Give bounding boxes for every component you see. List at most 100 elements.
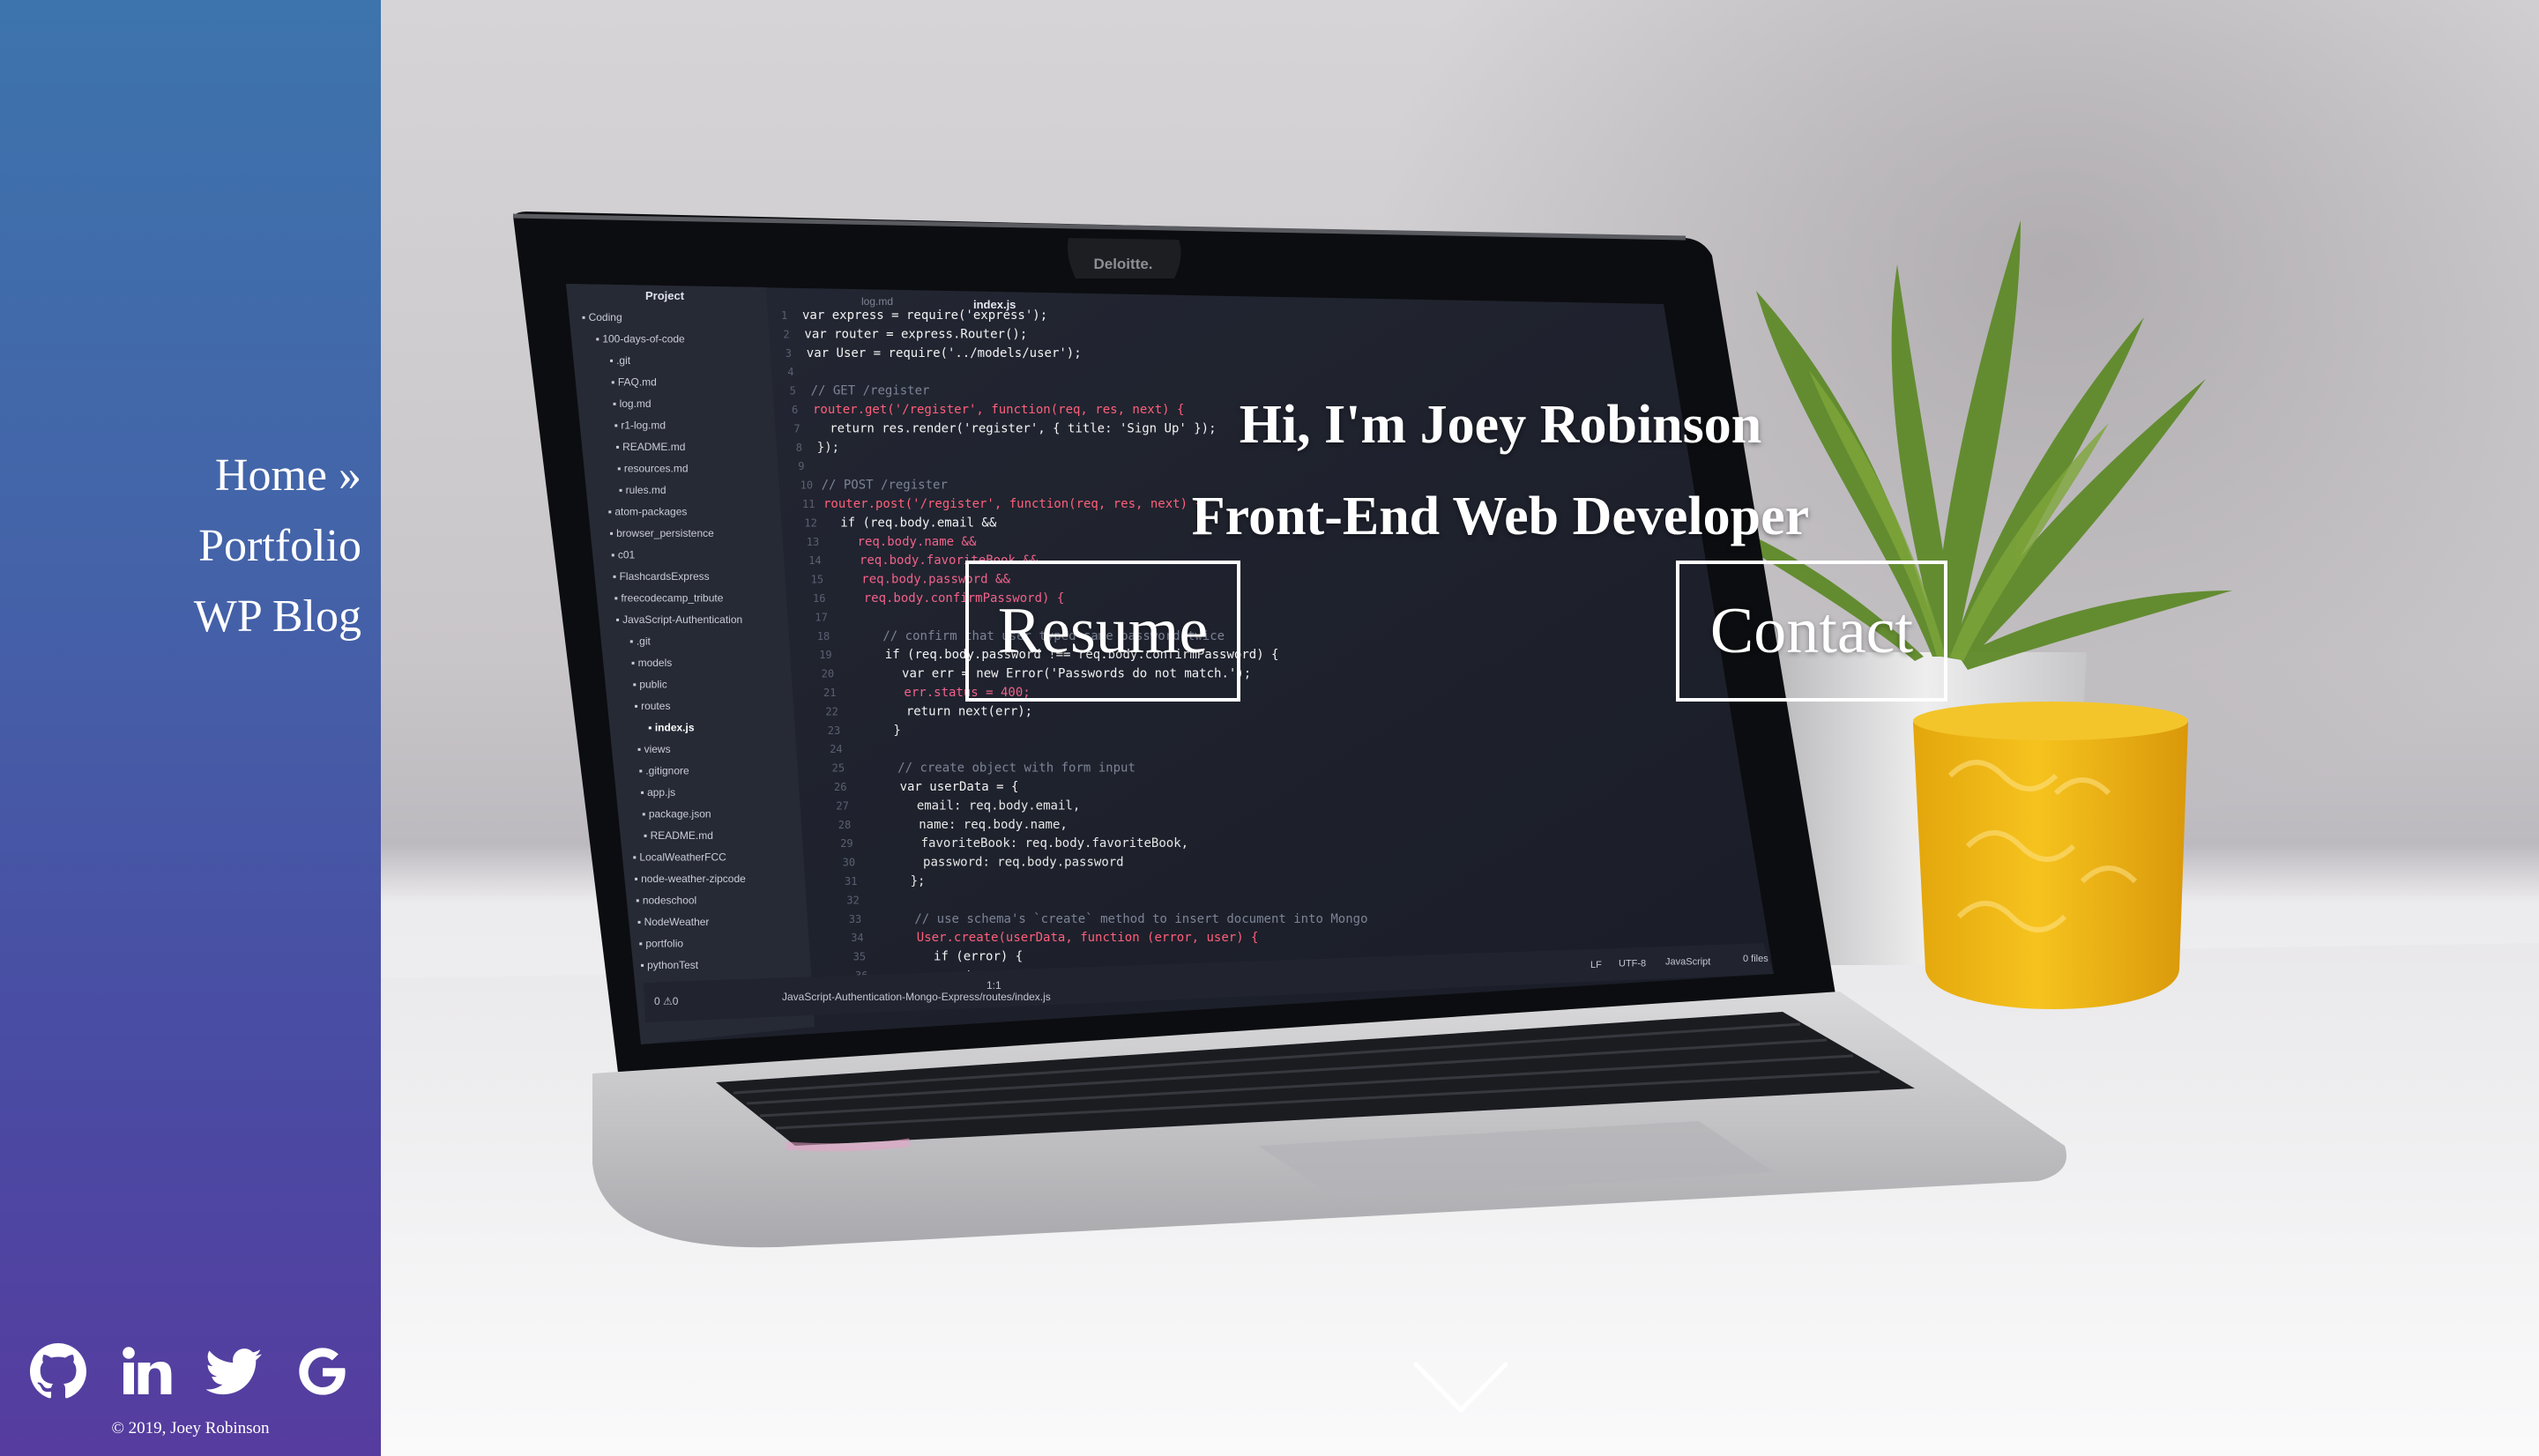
code-line-number: 31 bbox=[845, 875, 857, 888]
code-line: // GET /register bbox=[811, 384, 930, 398]
code-line: // use schema's `create` method to inser… bbox=[870, 912, 1368, 926]
tree-item: ▪ .git bbox=[610, 354, 631, 367]
tree-item: ▪ FAQ.md bbox=[611, 376, 657, 389]
hero-background-photo: Deloitte. Project ▪ Coding ▪ 100-days-of-… bbox=[381, 212, 2539, 1456]
code-line: if (req.body.email && bbox=[825, 516, 996, 530]
code-line-number: 13 bbox=[807, 536, 819, 548]
tree-item: ▪ routes bbox=[635, 700, 671, 712]
code-line-number: 18 bbox=[817, 630, 830, 643]
tree-item: ▪ r1-log.md bbox=[614, 420, 666, 432]
code-line-number: 33 bbox=[849, 913, 861, 925]
code-line: if (error) { bbox=[875, 950, 1024, 964]
tree-item: ▪ portfolio bbox=[639, 938, 684, 950]
code-line-number: 25 bbox=[832, 762, 845, 775]
code-line: }); bbox=[817, 441, 839, 455]
tree-item: ▪ LocalWeatherFCC bbox=[633, 851, 726, 864]
code-line-number: 24 bbox=[830, 743, 842, 755]
nav-item-wp-blog[interactable]: WP Blog bbox=[194, 582, 361, 652]
code-line-number: 17 bbox=[815, 611, 827, 623]
code-line-number: 4 bbox=[787, 366, 793, 378]
tree-item: ▪ JavaScript-Authentication bbox=[616, 613, 743, 626]
contact-button[interactable]: Contact bbox=[1676, 561, 1947, 702]
code-line-number: 29 bbox=[840, 837, 853, 850]
nav-item-portfolio[interactable]: Portfolio bbox=[194, 511, 361, 582]
chevron-down-icon[interactable] bbox=[1412, 1357, 1509, 1419]
code-line-number: 20 bbox=[822, 668, 834, 680]
tree-item: ▪ .git bbox=[629, 635, 651, 648]
tree-item: ▪ models bbox=[631, 657, 672, 669]
status-counts: 0 ⚠0 bbox=[654, 995, 679, 1007]
github-icon-graphic bbox=[30, 1343, 86, 1399]
status-right-item: JavaScript bbox=[1665, 957, 1710, 968]
tree-item: ▪ README.md bbox=[616, 441, 686, 453]
code-line: name: req.body.name, bbox=[860, 818, 1068, 832]
github-icon[interactable] bbox=[30, 1343, 86, 1400]
linkedin-icon[interactable] bbox=[118, 1343, 175, 1400]
tree-item: ▪ resources.md bbox=[617, 463, 688, 475]
status-path: JavaScript-Authentication-Mongo-Express/… bbox=[782, 991, 1051, 1003]
code-line-number: 28 bbox=[838, 819, 851, 831]
code-line-number: 9 bbox=[798, 460, 804, 472]
code-line: var User = require('../models/user'); bbox=[807, 346, 1082, 360]
code-line: var router = express.Router(); bbox=[804, 327, 1027, 341]
tree-item: ▪ 100-days-of-code bbox=[596, 333, 685, 345]
status-right-item: LF bbox=[1590, 960, 1602, 970]
code-line: favoriteBook: req.body.favoriteBook, bbox=[861, 836, 1188, 851]
code-line: return next(err); bbox=[846, 704, 1032, 718]
code-line: } bbox=[849, 724, 901, 738]
hero-section: Deloitte. Project ▪ Coding ▪ 100-days-of-… bbox=[381, 0, 2539, 1456]
tree-item: ▪ index.js bbox=[648, 722, 695, 734]
code-line-number: 32 bbox=[846, 894, 859, 906]
code-line-number: 6 bbox=[792, 404, 798, 416]
status-right-item: 0 files bbox=[1743, 954, 1768, 964]
code-line: var userData = { bbox=[855, 780, 1018, 794]
google-icon-graphic bbox=[299, 1348, 346, 1395]
tree-item: ▪ NodeWeather bbox=[637, 916, 709, 928]
code-line-number: 10 bbox=[800, 479, 813, 492]
code-line: email: req.body.email, bbox=[857, 799, 1080, 813]
tree-item: ▪ pythonTest bbox=[641, 959, 699, 971]
code-line: var express = require('express'); bbox=[802, 308, 1047, 323]
tree-item: ▪ node-weather-zipcode bbox=[635, 873, 747, 885]
nav-item-home[interactable]: Home » bbox=[194, 441, 361, 511]
camera-label: Deloitte. bbox=[1093, 256, 1152, 272]
tree-item: ▪ README.md bbox=[644, 829, 713, 842]
code-line-number: 1 bbox=[781, 309, 787, 322]
tree-item: ▪ FlashcardsExpress bbox=[613, 570, 710, 583]
hero-greeting: Hi, I'm Joey Robinson bbox=[1239, 394, 1762, 455]
tree-item: ▪ Coding bbox=[582, 311, 622, 323]
code-line-number: 2 bbox=[783, 328, 789, 340]
copyright-text: © 2019, Joey Robinson bbox=[111, 1419, 270, 1437]
code-line-number: 15 bbox=[811, 574, 823, 586]
code-line-number: 14 bbox=[808, 554, 821, 567]
tree-item: ▪ .gitignore bbox=[639, 765, 689, 777]
page: Home » Portfolio WP Blog © 2019, Joey Ro… bbox=[0, 0, 2539, 1456]
code-line: }; bbox=[866, 874, 925, 888]
code-line-number: 30 bbox=[843, 857, 855, 869]
code-line: User.create(userData, function (error, u… bbox=[872, 931, 1258, 945]
sidebar: Home » Portfolio WP Blog © 2019, Joey Ro… bbox=[0, 0, 381, 1456]
code-line-number: 35 bbox=[853, 951, 866, 963]
tree-item: ▪ public bbox=[633, 679, 667, 691]
sidebar-nav: Home » Portfolio WP Blog bbox=[194, 441, 361, 652]
code-line-number: 8 bbox=[796, 442, 802, 454]
status-right-item: UTF-8 bbox=[1619, 959, 1646, 969]
tree-item: ▪ nodeschool bbox=[636, 895, 696, 907]
code-line-number: 34 bbox=[851, 932, 863, 944]
code-line-number: 21 bbox=[823, 687, 836, 699]
code-line: // create object with form input bbox=[853, 761, 1135, 776]
tree-item: ▪ rules.md bbox=[619, 484, 666, 496]
hero-role: Front-End Web Developer bbox=[1191, 487, 1810, 547]
social-links bbox=[30, 1343, 351, 1400]
google-icon[interactable] bbox=[294, 1343, 351, 1400]
twitter-icon-graphic bbox=[206, 1348, 262, 1395]
tree-item: ▪ browser_persistence bbox=[610, 527, 715, 539]
tree-item: ▪ package.json bbox=[642, 808, 711, 821]
twitter-icon[interactable] bbox=[206, 1343, 263, 1400]
tree-item: ▪ log.md bbox=[613, 397, 652, 410]
code-line-number: 12 bbox=[804, 516, 816, 529]
resume-button[interactable]: Resume bbox=[965, 561, 1240, 702]
code-line: // POST /register bbox=[822, 479, 948, 493]
code-line-number: 5 bbox=[790, 385, 796, 397]
code-line-number: 3 bbox=[786, 347, 792, 360]
